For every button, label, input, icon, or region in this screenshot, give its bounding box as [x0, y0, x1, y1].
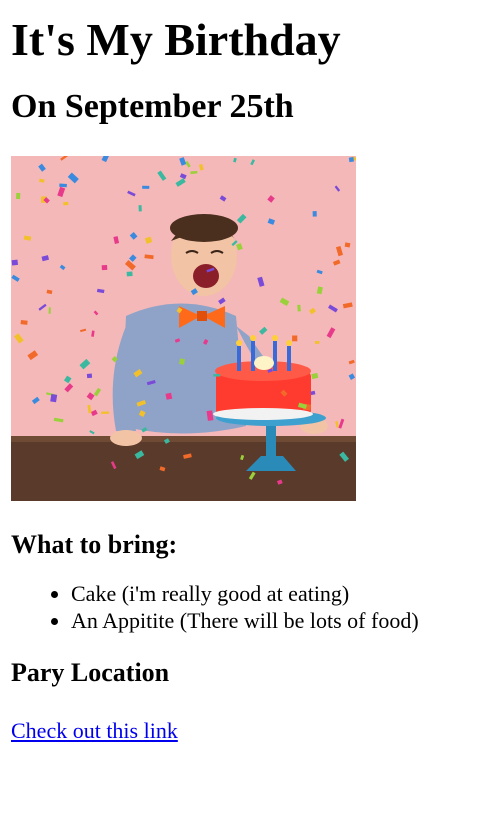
list-item: An Appitite (There will be lots of food) [71, 607, 491, 634]
link-line: Check out this link [11, 717, 491, 745]
birthday-photo [11, 156, 356, 501]
list-item: Cake (i'm really good at eating) [71, 580, 491, 607]
what-to-bring-heading: What to bring: [11, 530, 178, 559]
page: It's My Birthday On September 25th What … [0, 12, 502, 745]
location-link[interactable]: Check out this link [11, 718, 178, 743]
page-title: It's My Birthday [11, 14, 341, 65]
page-subtitle: On September 25th [11, 88, 294, 125]
party-location-heading: Pary Location [11, 658, 170, 687]
bring-list: Cake (i'm really good at eating) An Appi… [11, 580, 491, 634]
